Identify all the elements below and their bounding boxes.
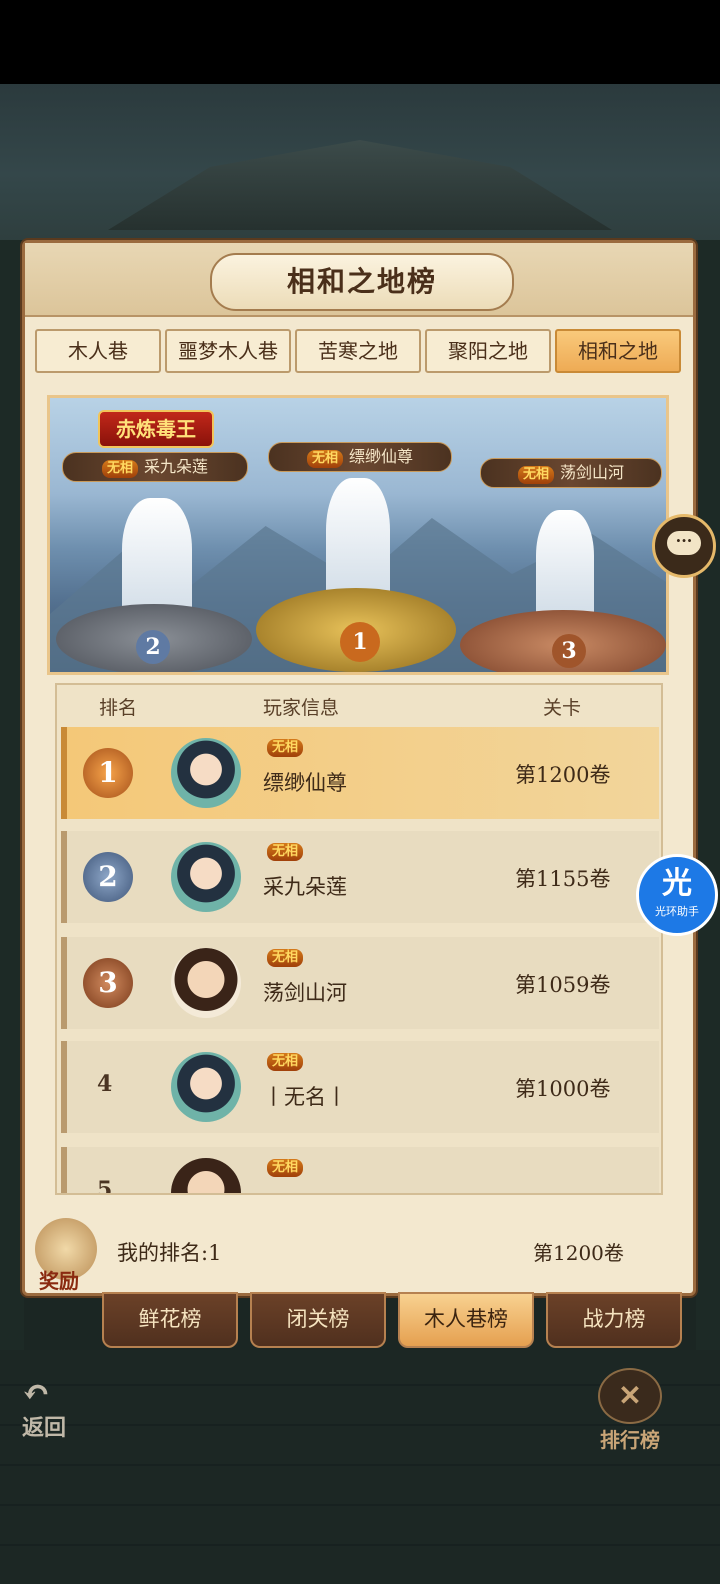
podium-rank-badge-2: 2 (136, 630, 170, 664)
guang-icon: 光 (662, 866, 692, 901)
player-stage: 第1200卷 (515, 763, 611, 787)
character-figure-3[interactable] (536, 510, 594, 624)
podium-nameplate-2: 无相 采九朵莲 (62, 452, 248, 482)
header-rank: 排名 (99, 697, 138, 719)
panel-header: 相和之地榜 (25, 243, 693, 317)
wuxiang-tag: 无相 (267, 843, 304, 861)
tab-power-rank[interactable]: 战力榜 (546, 1292, 682, 1348)
tab-xianghe-zhidi[interactable]: 相和之地 (555, 329, 681, 373)
crossed-swords-icon: ✕ (598, 1368, 662, 1424)
tab-flower-rank[interactable]: 鲜花榜 (102, 1292, 238, 1348)
wuxiang-tag: 无相 (517, 466, 554, 484)
header-stage: 关卡 (543, 697, 582, 719)
assistant-label: 光环助手 (655, 905, 699, 918)
back-label: 返回 (22, 1415, 67, 1441)
table-row[interactable]: 2 无相 采九朵莲 第1155卷 (61, 831, 659, 923)
table-row[interactable]: 5 无相 (61, 1147, 659, 1195)
chat-bubble-button[interactable]: ··· (652, 514, 716, 578)
wuxiang-tag: 无相 (267, 1159, 304, 1177)
player-stage: 第1155卷 (515, 867, 611, 891)
tab-kuhan-zhidi[interactable]: 苦寒之地 (295, 329, 421, 373)
player-name: 采九朵莲 (263, 875, 347, 899)
tab-muren-xiang-rank[interactable]: 木人巷榜 (398, 1292, 534, 1348)
tab-juyang-zhidi[interactable]: 聚阳之地 (425, 329, 551, 373)
leaderboard-label: 排行榜 (600, 1428, 660, 1452)
rank-medal-gold-icon: 1 (83, 748, 133, 798)
avatar[interactable] (171, 842, 241, 912)
rank-number: 4 (97, 1071, 113, 1097)
player-stage: 第1000卷 (515, 1077, 611, 1101)
my-rank: 我的排名:1 (117, 1241, 222, 1265)
rank-number: 5 (97, 1177, 113, 1195)
title-badge: 赤炼毒王 (98, 410, 214, 448)
player-stage: 第1059卷 (515, 973, 611, 997)
rank-medal-bronze-icon: 3 (83, 958, 133, 1008)
podium-nameplate-3: 无相 荡剑山河 (480, 458, 662, 488)
panel-title: 相和之地榜 (210, 253, 514, 311)
avatar[interactable] (171, 738, 241, 808)
player-name: 丨无名丨 (263, 1085, 347, 1109)
player-name: 荡剑山河 (263, 981, 347, 1005)
wuxiang-tag: 无相 (101, 460, 138, 478)
podium-rank-badge-1: 1 (340, 622, 380, 662)
podium-name-1: 缥缈仙尊 (349, 447, 414, 466)
tab-nightmare-muren-xiang[interactable]: 噩梦木人巷 (165, 329, 291, 373)
player-name: 缥缈仙尊 (263, 771, 347, 795)
podium-banner: 赤炼毒王 无相 采九朵莲 2 无相 缥缈仙尊 1 无相 荡剑山河 3 (47, 395, 669, 675)
header-player-info: 玩家信息 (263, 697, 340, 719)
my-stage: 第1200卷 (533, 1241, 624, 1265)
rank-medal-silver-icon: 2 (83, 852, 133, 902)
leaderboard-panel: 相和之地榜 木人巷 噩梦木人巷 苦寒之地 聚阳之地 相和之地 赤炼毒王 无相 采九… (22, 240, 696, 1296)
wuxiang-tag: 无相 (306, 450, 343, 468)
reward-label[interactable]: 奖励 (39, 1265, 79, 1294)
ranking-list[interactable]: 排名 玩家信息 关卡 1 无相 缥缈仙尊 第1200卷 2 无相 采九朵莲 第1… (55, 683, 663, 1195)
back-button[interactable]: ↶ 返回 (22, 1376, 92, 1446)
avatar[interactable] (171, 948, 241, 1018)
podium-name-3: 荡剑山河 (560, 463, 625, 482)
leaderboard-button[interactable]: ✕ 排行榜 (588, 1368, 672, 1458)
guanghuan-assistant-button[interactable]: 光 光环助手 (636, 854, 718, 936)
table-row[interactable]: 1 无相 缥缈仙尊 第1200卷 (61, 727, 659, 819)
podium-rank-badge-3: 3 (552, 634, 586, 668)
podium-name-2: 采九朵莲 (144, 457, 209, 476)
podium-nameplate-1: 无相 缥缈仙尊 (268, 442, 452, 472)
table-row[interactable]: 4 无相 丨无名丨 第1000卷 (61, 1041, 659, 1133)
tab-seclusion-rank[interactable]: 闭关榜 (250, 1292, 386, 1348)
avatar[interactable] (171, 1158, 241, 1193)
wuxiang-tag: 无相 (267, 1053, 304, 1071)
back-arrow-icon: ↶ (22, 1373, 51, 1413)
wuxiang-tag: 无相 (267, 739, 304, 757)
chat-icon: ··· (667, 531, 701, 555)
wuxiang-tag: 无相 (267, 949, 304, 967)
tab-muren-xiang[interactable]: 木人巷 (35, 329, 161, 373)
avatar[interactable] (171, 1052, 241, 1122)
table-row[interactable]: 3 无相 荡剑山河 第1059卷 (61, 937, 659, 1029)
